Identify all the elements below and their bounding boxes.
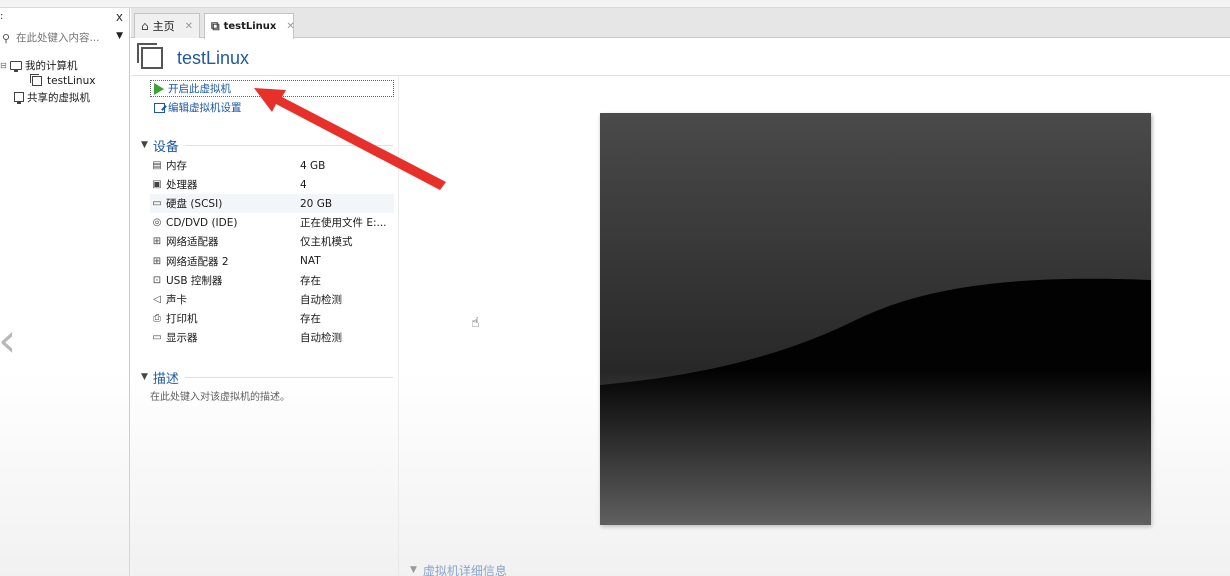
chevron-down-icon: ▼ — [410, 565, 417, 575]
library-search: ⚲ ▼ — [0, 28, 127, 48]
device-name: 内存 — [166, 160, 187, 173]
tab-testlinux[interactable]: ⧉ testLinux ✕ — [204, 13, 295, 39]
hand-cursor-icon: ☝ — [471, 315, 480, 331]
library-title-stub: : — [0, 11, 4, 22]
usb-icon: ⊡ — [152, 274, 162, 286]
divider — [184, 376, 393, 378]
chevron-down-icon: ▼ — [141, 140, 148, 150]
collapse-icon[interactable]: ⊟ — [0, 61, 10, 70]
tree-item-label: 共享的虚拟机 — [27, 91, 90, 104]
device-value: 仅主机模式 — [300, 236, 353, 249]
device-row-printer[interactable]: ⎙ 打印机 存在 — [150, 309, 394, 328]
close-icon[interactable]: ✕ — [185, 21, 193, 32]
sound-icon: ◁ — [153, 293, 161, 305]
tree-item-testlinux[interactable]: testLinux — [0, 73, 129, 89]
network-icon: ⊞ — [152, 236, 162, 248]
chevron-left-icon[interactable]: ‹ — [0, 316, 24, 364]
description-field[interactable]: 在此处键入对该虚拟机的描述。 — [150, 388, 290, 403]
section-title: 虚拟机详细信息 — [422, 563, 507, 576]
home-icon: ⌂ — [141, 19, 149, 33]
device-name: USB 控制器 — [166, 274, 223, 287]
library-header: : x — [0, 8, 129, 28]
display-icon: ▭ — [152, 331, 162, 343]
device-name: 声卡 — [166, 293, 187, 306]
device-value: 自动检测 — [300, 331, 342, 344]
tree-item-my-computer[interactable]: ⊟ 我的计算机 — [0, 57, 129, 73]
chevron-down-icon: ▼ — [141, 372, 148, 382]
device-value: 20 GB — [300, 197, 333, 210]
section-title: 设备 — [152, 139, 179, 155]
library-panel: : x ⚲ ▼ ⊟ 我的计算机 testLinux 共享的虚拟机 — [0, 8, 130, 576]
power-on-button[interactable]: 开启此虚拟机 — [150, 80, 394, 97]
device-value: 4 GB — [300, 159, 326, 172]
vm-details-section-header[interactable]: ▼ 虚拟机详细信息 — [410, 563, 507, 576]
device-value: 存在 — [300, 312, 321, 325]
vm-screen-thumbnail[interactable] — [600, 113, 1151, 525]
library-close-icon[interactable]: x — [116, 10, 123, 24]
device-value: 4 — [300, 178, 307, 191]
printer-icon: ⎙ — [153, 312, 161, 324]
close-icon[interactable]: ✕ — [286, 21, 294, 32]
tree-item-shared-vms[interactable]: 共享的虚拟机 — [0, 89, 129, 105]
vm-icon — [30, 74, 42, 86]
tab-home[interactable]: ⌂ 主页 ✕ — [134, 13, 200, 38]
computer-icon — [10, 60, 22, 72]
device-row-usb[interactable]: ⊡ USB 控制器 存在 — [150, 271, 394, 290]
window-top-strip — [0, 0, 1230, 8]
device-row-hdd[interactable]: ▭ 硬盘 (SCSI) 20 GB — [150, 194, 394, 214]
device-name: 处理器 — [166, 179, 198, 192]
device-row-cdrom[interactable]: ◎ CD/DVD (IDE) 正在使用文件 E:... — [150, 213, 394, 232]
page-title: testLinux — [177, 47, 250, 68]
device-value: NAT — [300, 255, 321, 268]
cpu-icon: ▣ — [152, 179, 162, 191]
device-name: 硬盘 (SCSI) — [166, 198, 223, 211]
device-row-network[interactable]: ⊞ 网络适配器 仅主机模式 — [150, 232, 394, 251]
vm-title-row: testLinux — [137, 43, 250, 72]
device-name: CD/DVD (IDE) — [166, 216, 238, 229]
tab-label: testLinux — [223, 21, 277, 32]
section-title: 描述 — [152, 371, 179, 387]
device-value: 正在使用文件 E:... — [300, 217, 387, 230]
edit-settings-label: 编辑虚拟机设置 — [168, 102, 242, 114]
search-dropdown-icon[interactable]: ▼ — [116, 31, 123, 41]
device-list: ▤ 内存 4 GB ▣ 处理器 4 ▭ 硬盘 (SCSI) 20 GB ◎ CD… — [150, 156, 394, 347]
vm-summary-column: 开启此虚拟机 编辑虚拟机设置 ▼ 设备 ▤ 内存 4 GB ▣ 处理器 4 ▭ — [131, 76, 399, 576]
device-name: 打印机 — [166, 312, 198, 325]
device-row-display[interactable]: ▭ 显示器 自动检测 — [150, 328, 394, 347]
tree-item-label: testLinux — [47, 75, 96, 87]
network-icon: ⊞ — [152, 255, 162, 267]
divider — [184, 144, 393, 146]
memory-icon: ▤ — [152, 160, 162, 172]
device-value: 存在 — [300, 274, 321, 287]
edit-settings-icon — [154, 102, 165, 113]
device-row-processor[interactable]: ▣ 处理器 4 — [150, 175, 394, 194]
description-section-header[interactable]: ▼ 描述 — [141, 368, 393, 387]
hdd-icon: ▭ — [152, 198, 162, 210]
edit-settings-button[interactable]: 编辑虚拟机设置 — [150, 99, 242, 116]
tab-bar: ⌂ 主页 ✕ ⧉ testLinux ✕ — [131, 8, 1230, 39]
tab-label: 主页 — [152, 20, 175, 33]
device-name: 显示器 — [166, 331, 198, 344]
vm-icon: ⧉ — [211, 19, 220, 33]
device-row-sound[interactable]: ◁ 声卡 自动检测 — [150, 290, 394, 309]
vm-icon — [137, 43, 163, 69]
devices-section-header[interactable]: ▼ 设备 — [141, 136, 393, 155]
search-icon: ⚲ — [2, 31, 11, 45]
shared-vm-icon — [14, 92, 24, 104]
tree-item-label: 我的计算机 — [25, 59, 78, 72]
device-name: 网络适配器 — [166, 236, 219, 249]
device-value: 自动检测 — [300, 293, 342, 306]
play-icon — [154, 82, 164, 95]
power-on-label: 开启此虚拟机 — [168, 83, 231, 95]
device-row-memory[interactable]: ▤ 内存 4 GB — [150, 156, 394, 175]
vm-content: testLinux 开启此虚拟机 编辑虚拟机设置 ▼ 设备 ▤ 内存 4 GB … — [131, 39, 1230, 576]
library-search-input[interactable] — [16, 32, 108, 44]
thumbnail-graphic — [600, 113, 1151, 525]
device-name: 网络适配器 2 — [166, 255, 229, 268]
cd-icon: ◎ — [152, 217, 162, 229]
device-row-network-2[interactable]: ⊞ 网络适配器 2 NAT — [150, 251, 394, 270]
library-tree: ⊟ 我的计算机 testLinux 共享的虚拟机 — [0, 57, 129, 105]
